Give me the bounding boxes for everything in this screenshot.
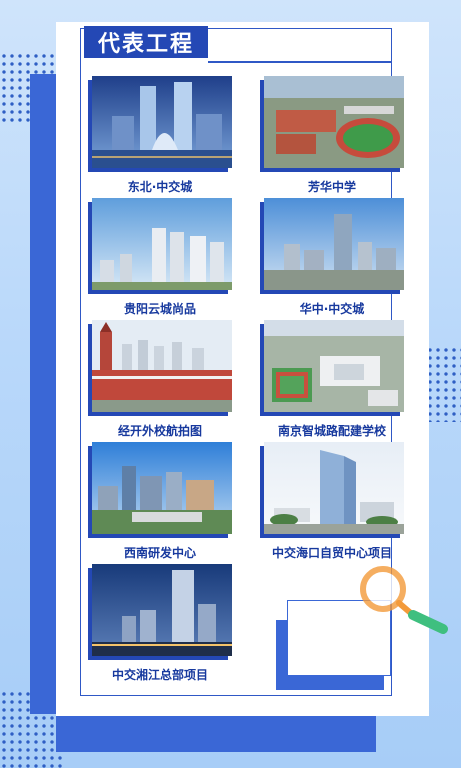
project-photo-campus-clocktower — [92, 320, 232, 412]
project-card[interactable]: 东北·中交城 — [88, 76, 232, 195]
project-card[interactable]: 贵阳云城尚品 — [88, 198, 232, 317]
project-card[interactable]: 中交海口自贸中心项目 — [260, 442, 404, 561]
project-caption: 华中·中交城 — [299, 302, 365, 316]
project-card[interactable]: 中交湘江总部项目 — [88, 564, 232, 683]
project-caption: 经开外校航拍图 — [117, 424, 202, 438]
project-photo-glass-tower — [264, 442, 404, 534]
project-card[interactable]: 芳华中学 — [260, 76, 404, 195]
project-caption: 东北·中交城 — [127, 180, 193, 194]
project-photo-school-field — [264, 76, 404, 168]
magnifier-icon — [355, 565, 455, 635]
project-card[interactable]: 华中·中交城 — [260, 198, 404, 317]
project-card[interactable]: 经开外校航拍图 — [88, 320, 232, 439]
project-caption: 中交湘江总部项目 — [111, 668, 208, 682]
project-card[interactable]: 南京智城路配建学校 — [260, 320, 404, 439]
project-photo-residential — [92, 198, 232, 290]
project-photo-school-aerial — [264, 320, 404, 412]
project-card[interactable]: 西南研发中心 — [88, 442, 232, 561]
project-photo-twin-towers — [92, 76, 232, 168]
title-underline — [208, 61, 392, 63]
project-caption: 南京智城路配建学校 — [277, 424, 386, 438]
project-caption: 芳华中学 — [307, 180, 356, 194]
project-caption: 中交海口自贸中心项目 — [271, 546, 392, 560]
project-caption: 西南研发中心 — [123, 546, 196, 560]
section-title: 代表工程 — [84, 26, 208, 58]
decor-bar-left — [30, 74, 56, 714]
decor-bar-bottom — [56, 714, 376, 752]
project-caption: 贵阳云城尚品 — [123, 302, 196, 316]
project-photo-city-aerial — [264, 198, 404, 290]
project-photo-office-park — [92, 442, 232, 534]
project-photo-night-tower — [92, 564, 232, 656]
